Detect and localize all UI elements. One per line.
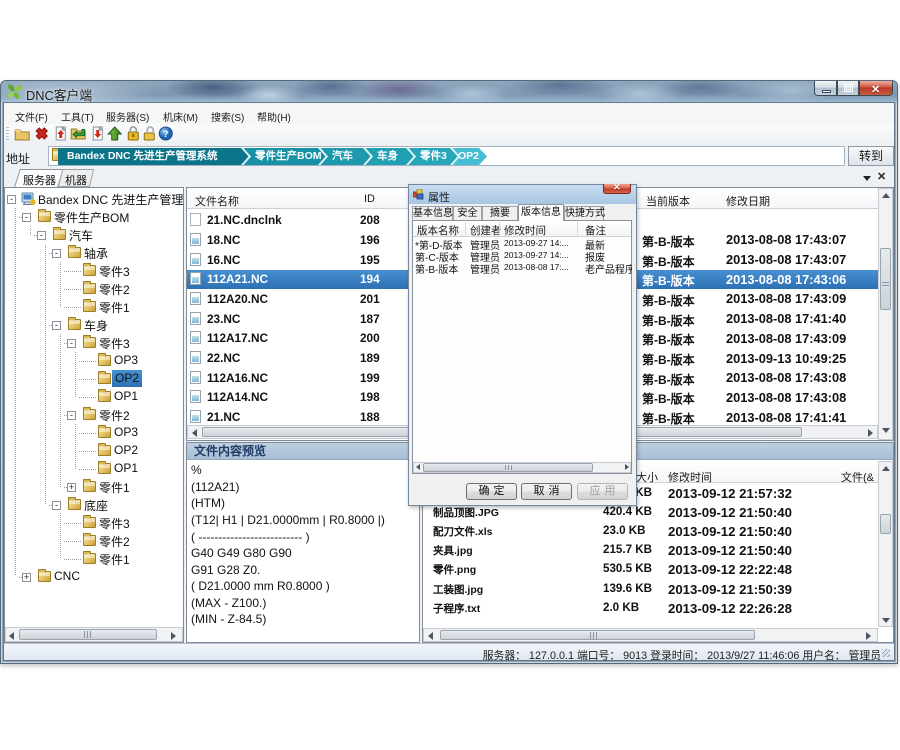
svg-text:?: ?: [163, 129, 169, 139]
